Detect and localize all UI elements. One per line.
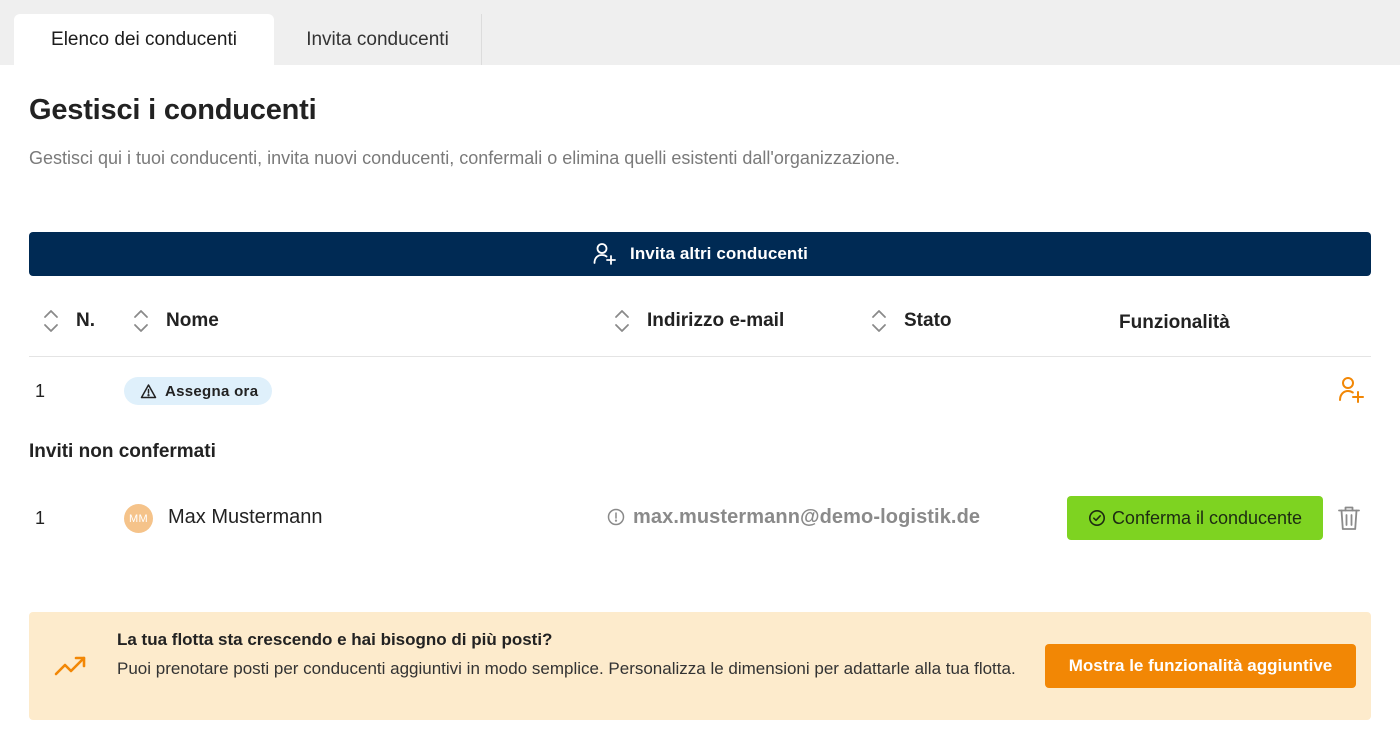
user-plus-icon [1339,377,1364,403]
tab-driver-list[interactable]: Elenco dei conducenti [14,14,274,65]
warning-icon [140,383,157,400]
sort-icon[interactable] [613,308,631,334]
invite-more-drivers-label: Invita altri conducenti [630,244,808,263]
avatar: MM [124,504,153,533]
driver-email: max.mustermann@demo-logistik.de [633,506,981,528]
sort-icon[interactable] [132,308,150,334]
upgrade-banner: La tua flotta sta crescendo e hai bisogn… [29,612,1371,720]
user-plus-icon [592,241,618,267]
info-icon[interactable] [607,508,625,526]
show-additional-features-button[interactable]: Mostra le funzionalità aggiuntive [1045,644,1356,688]
column-label-features: Funzionalità [1119,312,1230,333]
row-number: 1 [35,508,46,528]
column-header-number[interactable]: N. [42,308,95,334]
sort-icon[interactable] [870,308,888,334]
column-header-email[interactable]: Indirizzo e-mail [613,308,784,334]
trending-up-icon [53,652,89,680]
column-label-number: N. [76,310,95,331]
column-label-status: Stato [904,310,952,331]
delete-button[interactable] [1337,505,1361,531]
confirm-driver-button[interactable]: Conferma il conducente [1067,496,1323,540]
tab-bar: Elenco dei conducenti Invita conducenti [0,0,1400,65]
page-description: Gestisci qui i tuoi conducenti, invita n… [29,148,900,168]
row-number: 1 [35,381,46,401]
banner-title: La tua flotta sta crescendo e hai bisogn… [117,630,553,649]
column-header-status[interactable]: Stato [870,308,952,334]
assign-driver-button[interactable] [1337,375,1365,405]
page-title: Gestisci i conducenti [29,94,317,126]
driver-name: Max Mustermann [168,506,323,528]
table-header-divider [29,356,1371,357]
confirm-driver-label: Conferma il conducente [1111,507,1303,528]
column-header-name[interactable]: Nome [132,308,219,334]
assign-now-label: Assegna ora [165,382,259,400]
column-label-email: Indirizzo e-mail [647,310,785,331]
assign-now-badge[interactable]: Assegna ora [124,377,273,405]
column-header-features: Funzionalità [1119,310,1230,336]
unconfirmed-invites-title: Inviti non confermati [29,441,216,462]
invite-more-drivers-button[interactable]: Invita altri conducenti [29,232,1371,276]
trash-icon [1338,506,1360,530]
column-label-name: Nome [166,310,219,331]
tab-invite-drivers[interactable]: Invita conducenti [274,14,482,65]
check-circle-icon [1088,509,1106,527]
sort-icon[interactable] [42,308,60,334]
banner-text: Puoi prenotare posti per conducenti aggi… [117,659,1016,678]
